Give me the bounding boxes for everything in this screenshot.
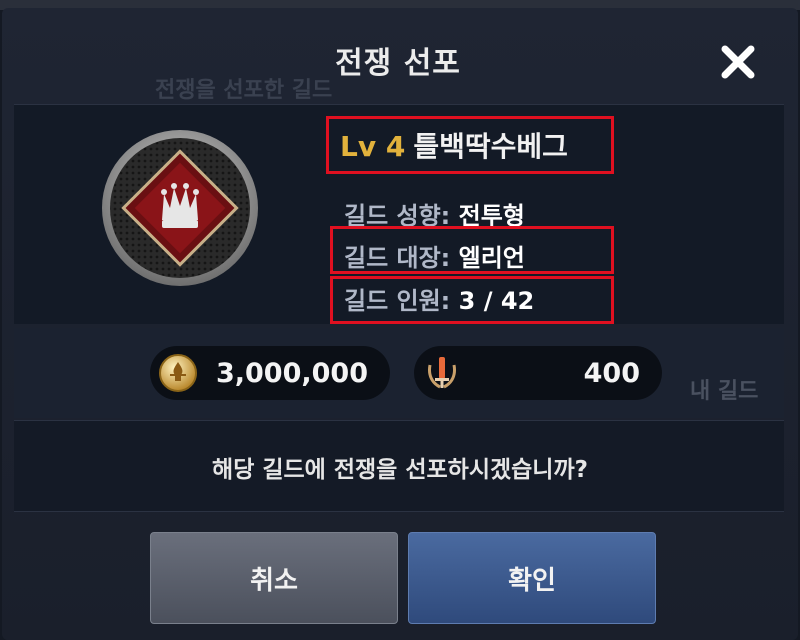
dialog-title: 전쟁 선포: [335, 46, 461, 81]
gold-coin-icon: [159, 354, 197, 392]
close-icon[interactable]: [716, 40, 760, 84]
confirm-button[interactable]: 확인: [408, 532, 656, 624]
sword-laurel-icon: [428, 357, 456, 389]
war-point-cost-pill: 400: [414, 346, 662, 400]
stat-label: 길드 인원:: [344, 287, 451, 315]
gold-cost-value: 3,000,000: [215, 357, 368, 389]
war-point-cost-value: 400: [583, 357, 640, 389]
stat-value: 전투형: [458, 202, 525, 230]
stat-label: 길드 성향:: [344, 202, 451, 230]
stat-label: 길드 대장:: [344, 244, 451, 272]
guild-members-stat: 길드 인원: 3 / 42: [344, 281, 534, 316]
war-declaration-dialog: [2, 8, 798, 640]
guild-level: Lv 4: [340, 130, 406, 163]
guild-title: Lv 4 틀백딱수베그: [340, 125, 568, 165]
background-my-guild-tab: 내 길드: [690, 379, 759, 404]
stat-value: 엘리언: [458, 244, 525, 272]
stat-value: 3 / 42: [458, 287, 535, 315]
cancel-button[interactable]: 취소: [150, 532, 398, 624]
guild-type-stat: 길드 성향: 전투형: [344, 196, 525, 231]
gold-cost-pill: 3,000,000: [150, 346, 390, 400]
crown-emblem-icon: [100, 128, 260, 288]
confirmation-question: 해당 길드에 전쟁을 선포하시겠습니까?: [212, 457, 588, 483]
guild-name: 틀백딱수베그: [413, 130, 568, 163]
guild-leader-stat: 길드 대장: 엘리언: [344, 238, 525, 273]
cost-panel: [14, 328, 784, 418]
